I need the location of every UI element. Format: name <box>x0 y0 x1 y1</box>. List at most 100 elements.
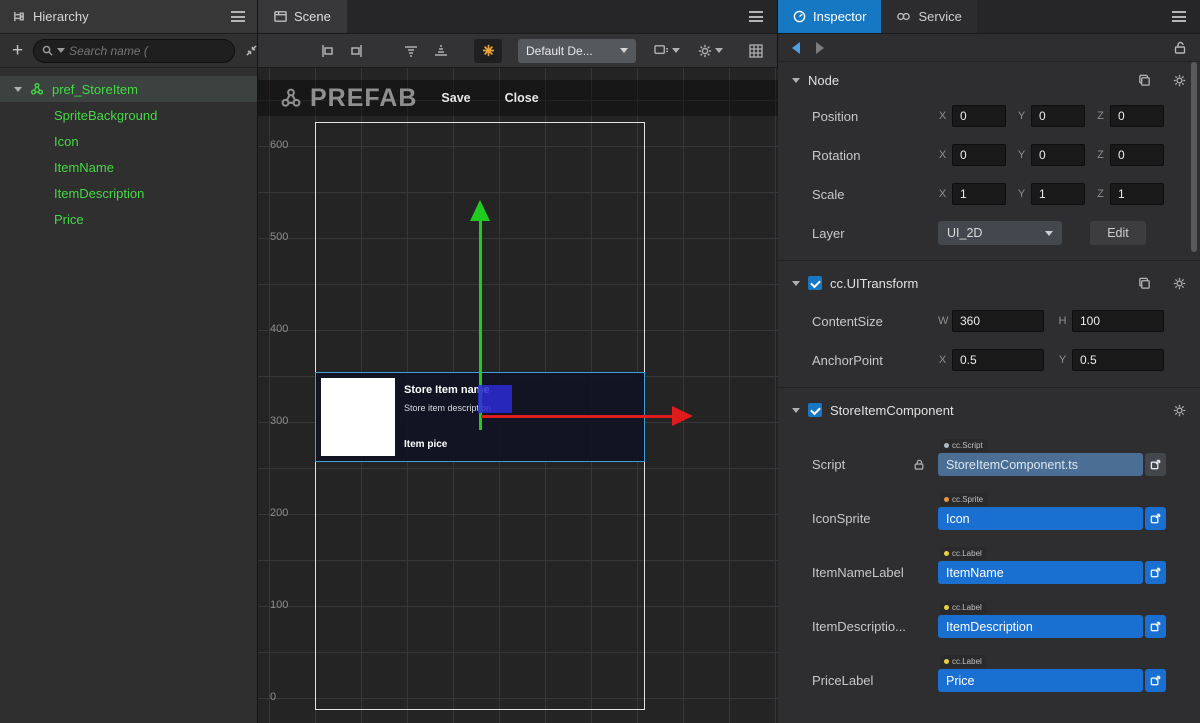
node-picker-icon[interactable] <box>1145 561 1166 584</box>
expand-arrow-icon[interactable] <box>792 78 800 83</box>
component-section-header[interactable]: StoreItemComponent <box>778 396 1200 424</box>
node-picker-icon[interactable] <box>1145 669 1166 692</box>
tab-scene[interactable]: Scene <box>258 0 347 33</box>
property-label: Script <box>812 453 938 476</box>
tree-node-root[interactable]: pref_StoreItem <box>0 76 257 102</box>
component-enabled-checkbox[interactable] <box>808 403 822 417</box>
expand-arrow-icon[interactable] <box>792 281 800 286</box>
rotation-y-field[interactable]: 0 <box>1031 144 1085 166</box>
sprite-background[interactable] <box>321 378 395 456</box>
content-size-h-field[interactable]: 100 <box>1072 310 1164 332</box>
tree-node-label: Price <box>54 212 84 227</box>
anchor-x-field[interactable]: 0.5 <box>952 349 1044 371</box>
asset-picker-icon[interactable] <box>1145 453 1166 476</box>
history-forward-icon[interactable] <box>816 42 824 54</box>
inspector-icon <box>793 10 806 23</box>
tab-inspector[interactable]: Inspector <box>778 0 881 33</box>
history-back-icon[interactable] <box>792 42 800 54</box>
expand-arrow-icon[interactable] <box>792 408 800 413</box>
align-bottom-icon[interactable] <box>430 40 452 62</box>
align-left-icon[interactable] <box>316 40 338 62</box>
scene-tabbar: Scene <box>258 0 777 34</box>
gizmo-star-icon <box>482 44 495 57</box>
gizmo-toggle-button[interactable] <box>474 39 502 63</box>
node-picker-icon[interactable] <box>1145 615 1166 638</box>
gizmo-y-arrow-icon[interactable] <box>470 200 490 221</box>
align-right-icon[interactable] <box>346 40 368 62</box>
close-button[interactable]: Close <box>505 91 539 105</box>
uitransform-section-header[interactable]: cc.UITransform <box>778 269 1200 297</box>
ruler-label: 500 <box>270 231 288 243</box>
chevron-down-icon <box>672 48 680 53</box>
expand-arrow-icon[interactable] <box>14 87 22 92</box>
rotation-x-field[interactable]: 0 <box>952 144 1006 166</box>
gizmo-x-axis[interactable] <box>481 415 672 418</box>
cocos-creator-editor: Hierarchy + pref_StoreItem SpriteB <box>0 0 1200 723</box>
gizmo-xy-plane-handle[interactable] <box>478 385 512 413</box>
grid-toggle-icon[interactable] <box>745 40 767 62</box>
lock-icon[interactable] <box>1174 41 1186 54</box>
content-size-w-field[interactable]: 360 <box>952 310 1044 332</box>
align-top-icon[interactable] <box>400 40 422 62</box>
layer-dropdown[interactable]: UI_2D <box>938 221 1062 245</box>
item-name-property-row: ItemNameLabel cc.Label ItemName <box>812 544 1188 584</box>
axis-x-label: X <box>938 110 947 122</box>
gear-icon[interactable] <box>1173 74 1186 87</box>
scene-menu-icon[interactable] <box>749 11 763 22</box>
layer-edit-button[interactable]: Edit <box>1090 221 1146 245</box>
scale-z-field[interactable]: 1 <box>1110 183 1164 205</box>
resolution-dropdown[interactable]: Default De... <box>518 39 636 63</box>
copy-icon[interactable] <box>1138 74 1151 87</box>
property-label: IconSprite <box>812 507 938 530</box>
gizmo-x-arrow-icon[interactable] <box>672 406 693 426</box>
gear-icon[interactable] <box>1173 277 1186 290</box>
node-picker-icon[interactable] <box>1145 507 1166 530</box>
gear-icon[interactable] <box>1173 404 1186 417</box>
tree-node-child[interactable]: ItemName <box>0 154 257 180</box>
position-y-field[interactable]: 0 <box>1031 105 1085 127</box>
inspector-tabbar: Inspector Service <box>778 0 1200 34</box>
type-badge: cc.Script <box>940 439 988 452</box>
scale-y-field[interactable]: 1 <box>1031 183 1085 205</box>
view-layout-dropdown[interactable] <box>654 44 680 57</box>
scene-canvas[interactable]: 600 500 400 300 200 100 0 PREFAB Save Cl… <box>258 68 778 723</box>
section-divider <box>778 387 1200 388</box>
icon-sprite-ref-field[interactable]: Icon <box>938 507 1143 530</box>
property-label: AnchorPoint <box>812 353 938 368</box>
tree-node-child[interactable]: SpriteBackground <box>0 102 257 128</box>
collapse-all-icon[interactable] <box>245 40 258 62</box>
layer-row: Layer UI_2D Edit <box>812 221 1188 245</box>
tree-node-child[interactable]: ItemDescription <box>0 180 257 206</box>
axis-h-label: H <box>1058 315 1067 327</box>
anchor-y-field[interactable]: 0.5 <box>1072 349 1164 371</box>
uitransform-enabled-checkbox[interactable] <box>808 276 822 290</box>
item-name-ref-field[interactable]: ItemName <box>938 561 1143 584</box>
price-ref-field[interactable]: Price <box>938 669 1143 692</box>
copy-icon[interactable] <box>1138 277 1151 290</box>
position-z-field[interactable]: 0 <box>1110 105 1164 127</box>
axis-y-label: Y <box>1017 149 1026 161</box>
search-filter-chevron-icon[interactable] <box>57 48 65 53</box>
view-layout-icon <box>654 44 669 57</box>
add-node-button[interactable]: + <box>12 41 23 60</box>
item-description-ref-field[interactable]: ItemDescription <box>938 615 1143 638</box>
tab-service[interactable]: Service <box>881 0 976 33</box>
anchor-point-row: AnchorPoint X 0.5 Y 0.5 <box>812 348 1188 372</box>
tree-node-child[interactable]: Price <box>0 206 257 232</box>
scrollbar-thumb[interactable] <box>1191 62 1197 252</box>
inspector-menu-icon[interactable] <box>1172 11 1186 22</box>
search-input[interactable] <box>69 44 226 58</box>
rotation-z-field[interactable]: 0 <box>1110 144 1164 166</box>
node-section-header[interactable]: Node <box>778 66 1200 94</box>
scale-x-field[interactable]: 1 <box>952 183 1006 205</box>
tree-node-child[interactable]: Icon <box>0 128 257 154</box>
hierarchy-menu-icon[interactable] <box>231 11 245 22</box>
save-button[interactable]: Save <box>441 91 470 105</box>
scene-panel: Scene Default De... <box>258 0 778 723</box>
position-x-field[interactable]: 0 <box>952 105 1006 127</box>
scene-settings-dropdown[interactable] <box>698 44 723 58</box>
axis-z-label: Z <box>1096 188 1105 200</box>
ruler-label: 100 <box>270 599 288 611</box>
script-asset-field[interactable]: StoreItemComponent.ts <box>938 453 1143 476</box>
axis-y-label: Y <box>1017 110 1026 122</box>
